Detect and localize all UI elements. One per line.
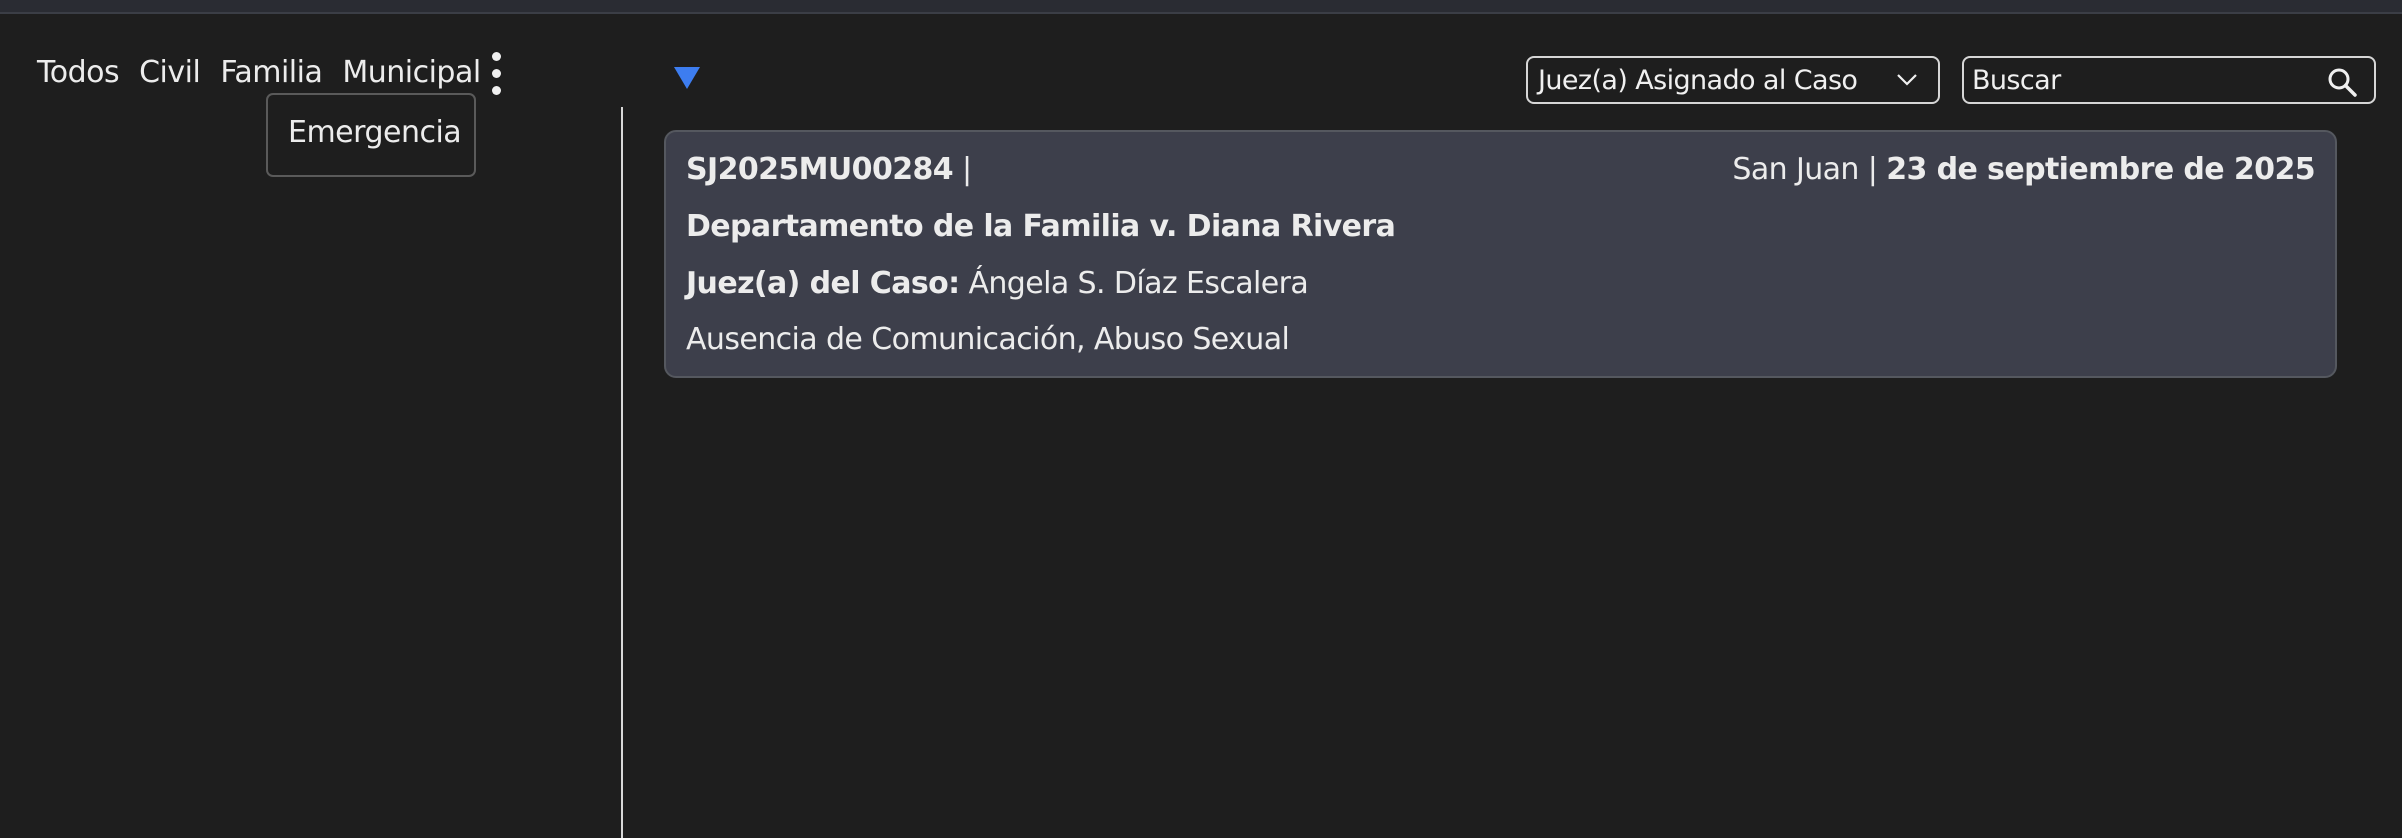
case-judge: Juez(a) del Caso: Ángela S. Díaz Escaler… (686, 266, 1309, 301)
case-judge-name: Ángela S. Díaz Escalera (968, 266, 1309, 301)
chevron-down-icon (1894, 66, 1920, 96)
judge-select-value: Juez(a) Asignado al Caso (1538, 65, 1858, 96)
case-location: San Juan (1732, 152, 1859, 187)
category-tabs: Todos Civil Familia Municipal (37, 52, 501, 92)
case-number-separator: | (962, 152, 972, 187)
vertical-divider (621, 107, 623, 838)
case-title: Departamento de la Familia v. Diana Rive… (686, 209, 1396, 244)
menu-item-emergencia[interactable]: Emergencia (288, 115, 462, 150)
case-date: 23 de septiembre de 2025 (1886, 152, 2315, 187)
case-header: SJ2025MU00284 | (686, 152, 972, 187)
case-number: SJ2025MU00284 (686, 152, 954, 187)
case-judge-label: Juez(a) del Caso: (686, 266, 960, 301)
triangle-down-icon[interactable] (674, 67, 700, 89)
window-top-strip (0, 0, 2402, 14)
case-date-separator: | (1867, 152, 1878, 187)
tab-familia[interactable]: Familia (220, 55, 323, 90)
search-icon[interactable] (2326, 66, 2358, 102)
tab-todos[interactable]: Todos (37, 55, 120, 90)
case-location-date: San Juan | 23 de septiembre de 2025 (1732, 152, 2315, 187)
tab-municipal[interactable]: Municipal (342, 55, 481, 90)
case-card[interactable]: SJ2025MU00284 | San Juan | 23 de septiem… (664, 130, 2337, 378)
tab-civil[interactable]: Civil (139, 55, 201, 90)
search-box (1962, 56, 2376, 104)
case-categories: Ausencia de Comunicación, Abuso Sexual (686, 322, 1290, 357)
search-input[interactable] (1972, 63, 2302, 97)
judge-select[interactable]: Juez(a) Asignado al Caso (1526, 56, 1940, 104)
kebab-dot (492, 69, 501, 78)
kebab-dot (492, 86, 501, 95)
kebab-menu-icon[interactable] (488, 50, 504, 96)
kebab-dot (492, 52, 501, 61)
overflow-dropdown: Emergencia (266, 93, 476, 177)
